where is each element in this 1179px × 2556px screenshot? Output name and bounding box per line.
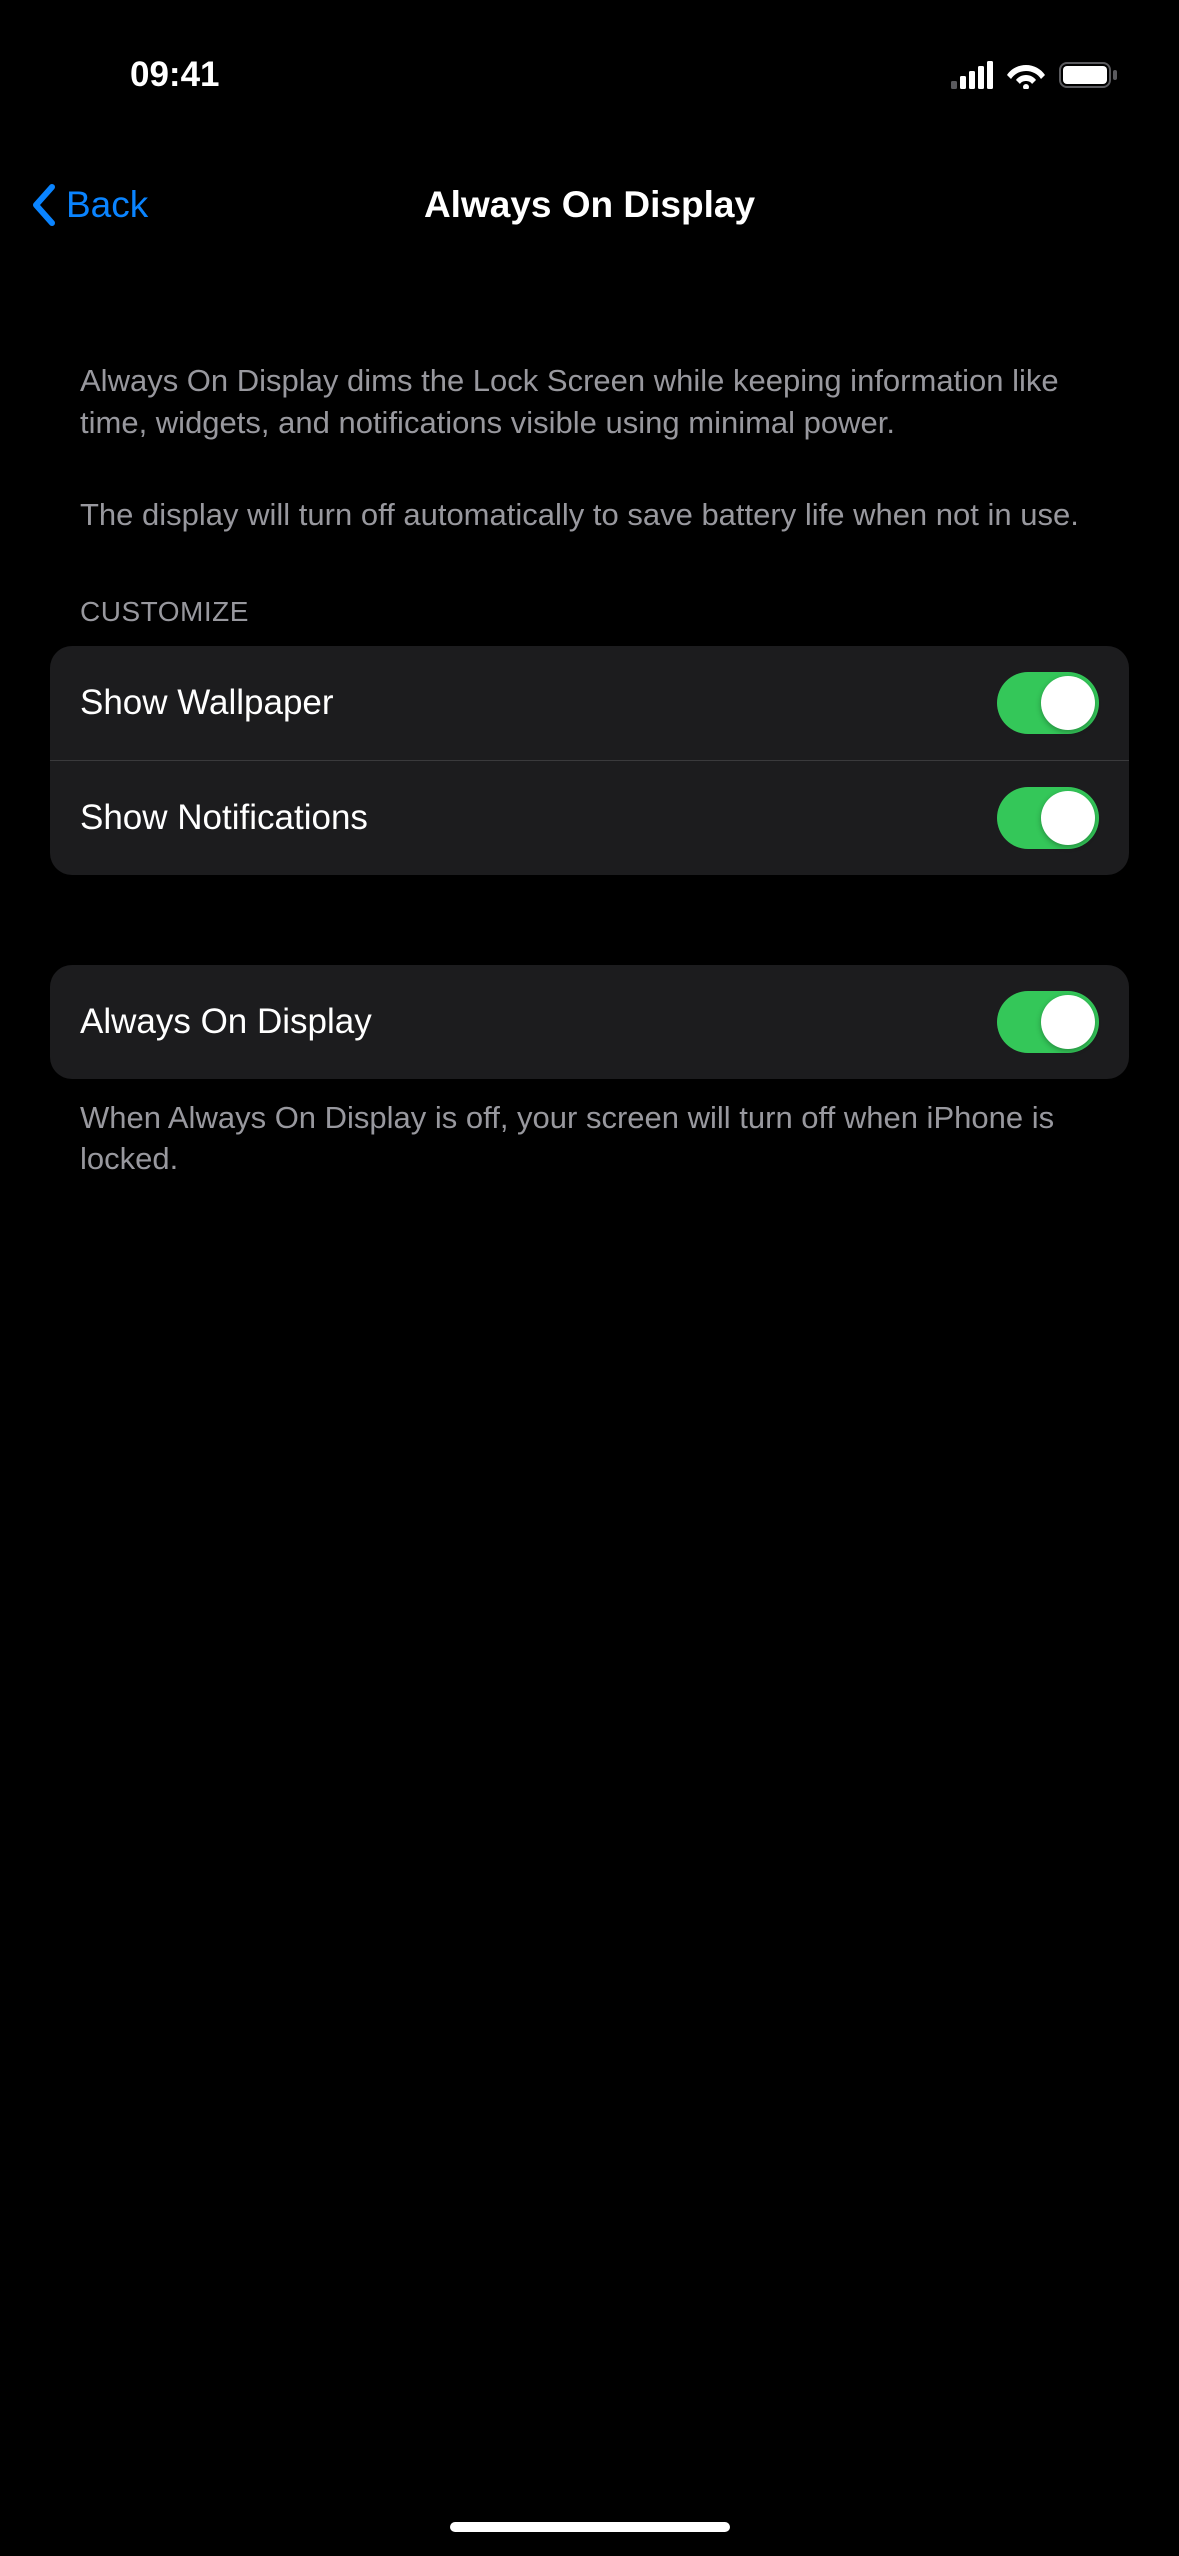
status-icons xyxy=(951,61,1119,89)
settings-group-customize: Show Wallpaper Show Notifications xyxy=(50,646,1129,875)
setting-always-on-display[interactable]: Always On Display xyxy=(50,965,1129,1079)
toggle-show-wallpaper[interactable] xyxy=(997,672,1099,734)
content: Always On Display dims the Lock Screen w… xyxy=(0,260,1179,1180)
toggle-knob xyxy=(1041,676,1095,730)
description-text-2: The display will turn off automatically … xyxy=(50,494,1129,536)
settings-group-main: Always On Display xyxy=(50,965,1129,1079)
toggle-knob xyxy=(1041,791,1095,845)
back-button[interactable]: Back xyxy=(30,183,148,227)
back-label: Back xyxy=(66,184,148,226)
setting-label: Show Wallpaper xyxy=(80,683,334,723)
section-header-customize: CUSTOMIZE xyxy=(50,596,1129,628)
toggle-always-on-display[interactable] xyxy=(997,991,1099,1053)
toggle-show-notifications[interactable] xyxy=(997,787,1099,849)
cellular-signal-icon xyxy=(951,61,993,89)
footer-text: When Always On Display is off, your scre… xyxy=(50,1079,1129,1181)
home-indicator[interactable] xyxy=(450,2522,730,2532)
setting-label: Always On Display xyxy=(80,1002,372,1042)
nav-bar: Back Always On Display xyxy=(0,130,1179,260)
wifi-icon xyxy=(1007,61,1045,89)
battery-icon xyxy=(1059,61,1119,89)
status-bar: 09:41 xyxy=(0,0,1179,130)
setting-show-notifications[interactable]: Show Notifications xyxy=(50,760,1129,875)
status-time: 09:41 xyxy=(130,55,220,95)
setting-label: Show Notifications xyxy=(80,798,368,838)
setting-show-wallpaper[interactable]: Show Wallpaper xyxy=(50,646,1129,760)
page-title: Always On Display xyxy=(424,184,755,226)
chevron-left-icon xyxy=(30,183,56,227)
toggle-knob xyxy=(1041,995,1095,1049)
description-text-1: Always On Display dims the Lock Screen w… xyxy=(50,360,1129,444)
